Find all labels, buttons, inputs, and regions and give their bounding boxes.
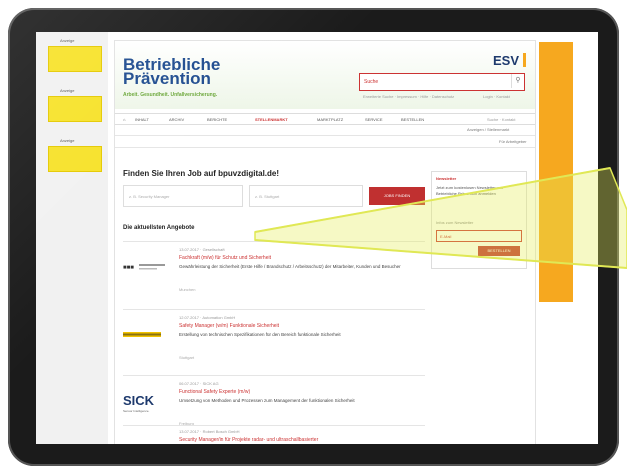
jobsearch-title: Finden Sie Ihren Job auf bpuvzdigital.de… bbox=[123, 169, 280, 178]
site-header: Betriebliche Prävention Arbeit. Gesundhe… bbox=[115, 41, 535, 109]
nav-item-stellenmarkt[interactable]: STELLENMARKT bbox=[255, 117, 288, 122]
subnav-item[interactable]: Anzeigen / Stellenmarkt bbox=[467, 127, 509, 132]
job-listing[interactable]: ■■■ 13.07.2017 · Gesellschaft Fachkraft … bbox=[123, 247, 425, 307]
tablet-screen: Anzeige Anzeige Anzeige Betriebliche Prä… bbox=[36, 32, 598, 444]
newsletter-email-placeholder: E-Mail bbox=[440, 234, 452, 239]
job-where-input[interactable]: z. B. Stuttgart bbox=[249, 185, 363, 207]
nav-item-bestellen[interactable]: BESTELLEN bbox=[401, 117, 424, 122]
ad-label: Anzeige bbox=[60, 38, 75, 43]
job-what-placeholder: z. B. Security Manager bbox=[129, 194, 170, 199]
main-nav: ⌂ INHALT ARCHIV BERICHTE STELLENMARKT MA… bbox=[115, 113, 535, 125]
nav-item-berichte[interactable]: BERICHTE bbox=[207, 117, 227, 122]
ad-label: Anzeige bbox=[60, 88, 75, 93]
nav-item-home[interactable]: ⌂ bbox=[123, 117, 125, 122]
nav-right-links[interactable]: Suche · Kontakt bbox=[487, 117, 515, 122]
job-where-placeholder: z. B. Stuttgart bbox=[255, 194, 280, 199]
website-page: Betriebliche Prävention Arbeit. Gesundhe… bbox=[114, 40, 536, 444]
job-location: Munchen bbox=[179, 287, 196, 292]
job-meta: 13.07.2017 · Gesellschaft bbox=[179, 247, 225, 252]
newsletter-title: Newsletter bbox=[436, 176, 457, 181]
job-listing[interactable]: 13.07.2017 · Robert Bosch GmbH Security … bbox=[123, 429, 425, 444]
job-meta: 12.07.2017 · Automation GmbH bbox=[179, 315, 236, 320]
job-title[interactable]: Functional Safety Experte (m/w) bbox=[179, 389, 250, 395]
job-title[interactable]: Fachkraft (m/w) für Schutz und Sicherhei… bbox=[179, 255, 271, 261]
job-search-button[interactable]: JOBS FINDEN bbox=[369, 187, 425, 205]
divider bbox=[115, 147, 535, 148]
tagline: Arbeit. Gesundheit. Unfallversicherung. bbox=[123, 92, 218, 98]
nav-item-marktplatz[interactable]: MARKTPLATZ bbox=[317, 117, 343, 122]
right-ad-banner[interactable] bbox=[539, 42, 573, 302]
divider bbox=[123, 375, 425, 376]
header-links[interactable]: Erweiterte Suche · Impressum · Hilfe · D… bbox=[363, 94, 454, 99]
company-logo bbox=[123, 325, 167, 345]
sick-logo: SICK bbox=[123, 393, 155, 408]
newsletter-info-link[interactable]: Infos zum Newsletter bbox=[436, 220, 473, 225]
divider bbox=[123, 425, 425, 426]
job-listing[interactable]: 12.07.2017 · Automation GmbH Safety Mana… bbox=[123, 315, 425, 375]
job-description: Gewährleistung der Sicherheit (Erste Hil… bbox=[179, 264, 401, 269]
job-what-input[interactable]: z. B. Security Manager bbox=[123, 185, 243, 207]
search-placeholder: Suche bbox=[364, 79, 379, 85]
esv-logo-bar bbox=[523, 53, 526, 67]
svg-text:■■■: ■■■ bbox=[123, 265, 134, 271]
ad-label: Anzeige bbox=[60, 138, 75, 143]
job-title[interactable]: Safety Manager (w/m) Funktionale Sicherh… bbox=[179, 323, 279, 329]
search-input[interactable]: Suche bbox=[359, 73, 525, 91]
job-location: Stuttgart bbox=[179, 355, 195, 360]
subnav-item[interactable]: Für Arbeitgeber bbox=[499, 139, 527, 144]
ad-banner[interactable] bbox=[48, 96, 102, 122]
newsletter-email-input[interactable]: E-Mail bbox=[436, 230, 522, 242]
nav-item-service[interactable]: SERVICE bbox=[365, 117, 383, 122]
newsletter-text: Jetzt zum kostenlosen Newsletter von Bet… bbox=[436, 185, 504, 196]
divider bbox=[123, 309, 425, 310]
newsletter-subscribe-button[interactable]: BESTELLEN bbox=[478, 246, 520, 256]
ad-banner[interactable] bbox=[48, 46, 102, 72]
sick-logo-subtitle: Sensor Intelligence. bbox=[123, 409, 150, 413]
ad-banner[interactable] bbox=[48, 146, 102, 172]
job-meta: 13.07.2017 · Robert Bosch GmbH bbox=[179, 429, 240, 434]
left-ad-column: Anzeige Anzeige Anzeige bbox=[36, 32, 108, 444]
job-description: Umsetzung von Methoden und Prozessen zum… bbox=[179, 398, 355, 403]
nav-item-archiv[interactable]: ARCHIV bbox=[169, 117, 184, 122]
job-meta: 06.07.2017 · SICK AG bbox=[179, 381, 219, 386]
nav-item-inhalt[interactable]: INHALT bbox=[135, 117, 149, 122]
esv-logo[interactable]: ESV bbox=[493, 53, 519, 68]
logo-line2[interactable]: Prävention bbox=[123, 70, 211, 87]
company-logo: ■■■ bbox=[123, 257, 167, 277]
divider bbox=[123, 241, 425, 242]
newsletter-box: Newsletter Jetzt zum kostenlosen Newslet… bbox=[431, 171, 527, 269]
listings-title: Die aktuellsten Angebote bbox=[123, 225, 195, 231]
company-logo: SICK Sensor Intelligence. bbox=[123, 391, 167, 413]
header-links-right[interactable]: Login · Kontakt bbox=[483, 94, 510, 99]
divider bbox=[115, 135, 535, 136]
job-description: Erstellung von technischen Spezifikation… bbox=[179, 332, 341, 337]
search-icon[interactable]: ⚲ bbox=[511, 74, 524, 88]
job-title[interactable]: Security Manager/in für Projekte radar- … bbox=[179, 437, 318, 443]
